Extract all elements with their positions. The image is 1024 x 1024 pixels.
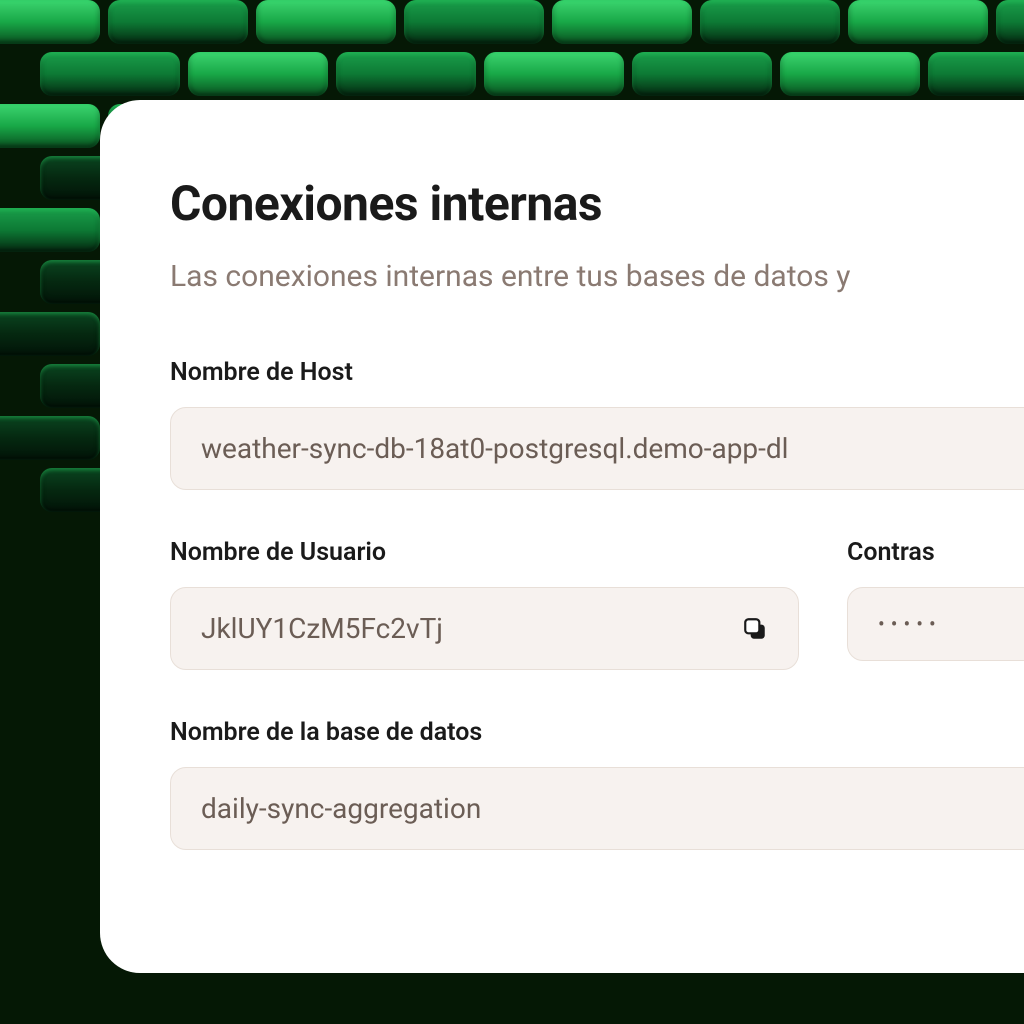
database-value: daily-sync-aggregation — [201, 792, 481, 825]
hostname-input[interactable]: weather-sync-db-18at0-postgresql.demo-ap… — [170, 407, 1024, 490]
password-input[interactable]: ••••• — [847, 587, 1024, 661]
password-label: Contras — [847, 538, 1024, 567]
username-input[interactable]: JklUY1CzM5Fc2vTj — [170, 587, 799, 670]
username-label: Nombre de Usuario — [170, 538, 799, 567]
hostname-label: Nombre de Host — [170, 358, 1024, 387]
page-title: Conexiones internas — [170, 175, 1024, 232]
database-input[interactable]: daily-sync-aggregation — [170, 767, 1024, 850]
hostname-value: weather-sync-db-18at0-postgresql.demo-ap… — [201, 432, 789, 465]
password-value: ••••• — [878, 612, 942, 636]
copy-icon[interactable] — [742, 616, 768, 642]
username-value: JklUY1CzM5Fc2vTj — [201, 612, 443, 645]
page-subtitle: Las conexiones internas entre tus bases … — [170, 256, 1024, 298]
database-label: Nombre de la base de datos — [170, 718, 1024, 747]
connection-card: Conexiones internas Las conexiones inter… — [100, 100, 1024, 973]
